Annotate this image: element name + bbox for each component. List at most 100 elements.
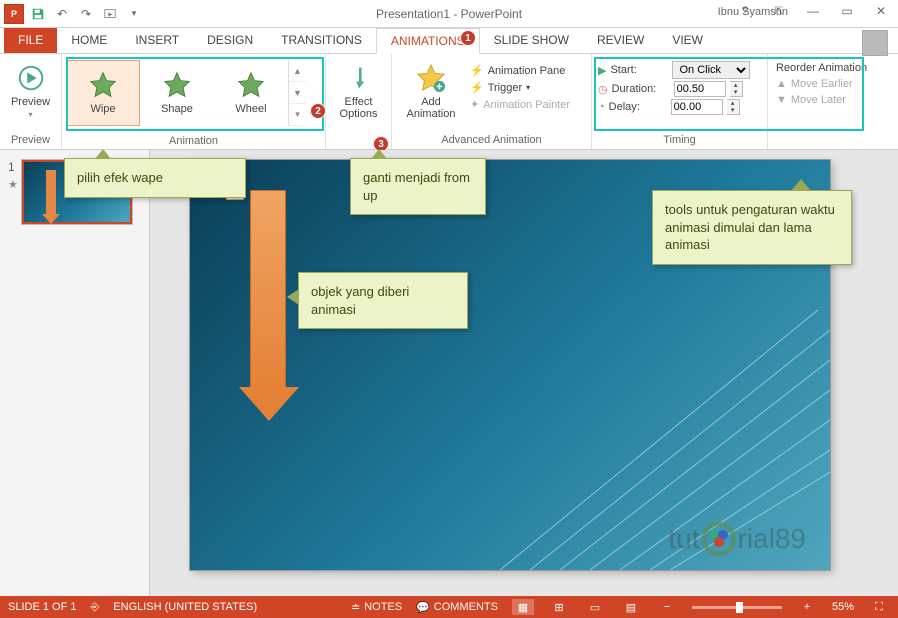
group-timing-label: Timing (592, 131, 767, 149)
animation-wheel[interactable]: Wheel (214, 60, 288, 126)
zoom-slider[interactable] (692, 606, 782, 609)
start-select[interactable]: On Click (672, 61, 750, 79)
move-later-button[interactable]: ▼ Move Later (772, 92, 850, 108)
ribbon: Preview ▾ Preview Wipe Shape Wheel (0, 54, 898, 150)
star-icon (89, 71, 117, 99)
status-bar: SLIDE 1 OF 1 ⎆ ENGLISH (UNITED STATES) ≐… (0, 596, 898, 618)
animation-painter-button[interactable]: ✦ Animation Painter (466, 96, 574, 113)
zoom-level[interactable]: 55% (832, 601, 854, 613)
duration-label: Duration: (612, 83, 670, 95)
group-animation-label: Animation (62, 132, 325, 150)
tab-insert[interactable]: INSERT (121, 27, 193, 53)
duration-spinner[interactable]: ▴▾ (730, 81, 743, 97)
quick-access-toolbar: P ↶ ↷ ▾ (0, 4, 148, 24)
undo-button[interactable]: ↶ (52, 4, 72, 24)
window-controls: ? ⇱ — ▭ ✕ (728, 0, 898, 22)
tab-transitions[interactable]: TRANSITIONS (267, 27, 376, 53)
comments-label: COMMENTS (434, 601, 498, 613)
comments-button[interactable]: 💬 COMMENTS (416, 601, 498, 614)
tab-file[interactable]: FILE (4, 27, 57, 53)
gallery-more-button[interactable]: ▾ (289, 104, 306, 126)
slide-number: 1 (8, 160, 18, 174)
zoom-in-button[interactable]: + (796, 599, 818, 615)
minimize-button[interactable]: — (796, 0, 830, 22)
restore-button[interactable]: ▭ (830, 0, 864, 22)
normal-view-button[interactable]: ▦ (512, 599, 534, 615)
title-bar: P ↶ ↷ ▾ Presentation1 - PowerPoint Ibnu … (0, 0, 898, 28)
clock-icon: ◷ (598, 83, 608, 96)
animation-pane-button[interactable]: ⚡ Animation Pane (466, 62, 574, 79)
user-avatar[interactable] (862, 30, 888, 56)
language-button[interactable]: ENGLISH (UNITED STATES) (113, 601, 257, 613)
play-icon: ▶ (598, 64, 606, 77)
preview-icon (15, 62, 47, 94)
gallery-scroll: ▲ ▼ ▾ (288, 60, 306, 126)
arrow-shape-object[interactable] (250, 190, 286, 390)
delay-spinner[interactable]: ▴▾ (727, 99, 740, 115)
spellcheck-button[interactable]: ⎆ (90, 601, 99, 614)
effect-options-button[interactable]: Effect Options (330, 58, 387, 120)
watermark-logo-icon (702, 522, 736, 556)
animation-indicator-icon: ★ (8, 178, 18, 191)
animation-shape[interactable]: Shape (140, 60, 214, 126)
powerpoint-icon: P (4, 4, 24, 24)
dropdown-icon: ▾ (28, 110, 32, 119)
star-icon (163, 71, 191, 99)
ribbon-tabs: FILE HOME INSERT DESIGN TRANSITIONS ANIM… (0, 28, 898, 54)
lightning-icon: ⚡ (470, 64, 484, 77)
fit-to-window-button[interactable]: ⛶ (868, 599, 890, 615)
callout-2: ganti menjadi from up (350, 158, 486, 215)
preview-label: Preview (11, 96, 50, 108)
up-arrow-icon: ▲ (776, 78, 787, 90)
slideshow-view-button[interactable]: ▤ (620, 599, 642, 615)
start-from-beginning-button[interactable] (100, 4, 120, 24)
help-button[interactable]: ? (728, 0, 762, 22)
add-animation-label: Add Animation (407, 96, 456, 120)
save-button[interactable] (28, 4, 48, 24)
animation-gallery: Wipe Shape Wheel ▲ ▼ ▾ (66, 60, 306, 126)
close-button[interactable]: ✕ (864, 0, 898, 22)
redo-button[interactable]: ↷ (76, 4, 96, 24)
group-timing: ▶ Start: On Click ◷ Duration: ▴▾ ◔ Delay… (592, 54, 768, 149)
callout-text: pilih efek wape (77, 170, 163, 185)
group-reorder: Reorder Animation ▲ Move Earlier ▼ Move … (768, 54, 888, 149)
zoom-out-button[interactable]: − (656, 599, 678, 615)
qat-more-button[interactable]: ▾ (124, 4, 144, 24)
notes-button[interactable]: ≐ NOTES (351, 601, 402, 614)
add-animation-icon (415, 62, 447, 94)
down-arrow-icon: ▼ (776, 94, 787, 106)
animation-painter-label: Animation Painter (483, 99, 570, 111)
duration-input[interactable] (674, 81, 726, 97)
preview-button[interactable]: Preview ▾ (4, 58, 57, 119)
add-animation-button[interactable]: Add Animation (396, 58, 466, 120)
group-preview-label: Preview (0, 131, 61, 149)
move-earlier-label: Move Earlier (791, 78, 853, 90)
group-effect-options: Effect Options (326, 54, 392, 149)
group-animation: Wipe Shape Wheel ▲ ▼ ▾ Animation (62, 54, 326, 149)
reorder-header: Reorder Animation (772, 60, 871, 76)
trigger-button[interactable]: ⚡ Trigger ▾ (466, 79, 574, 96)
badge-2: 2 (310, 103, 326, 119)
callout-text: tools untuk pengaturan waktu animasi dim… (665, 202, 835, 252)
tab-home[interactable]: HOME (57, 27, 121, 53)
slide-counter[interactable]: SLIDE 1 OF 1 (8, 601, 76, 613)
delay-input[interactable] (671, 99, 723, 115)
watermark: tut rial89 (668, 522, 806, 556)
callout-1: pilih efek wape (64, 158, 246, 198)
tab-slideshow[interactable]: SLIDE SHOW (480, 27, 583, 53)
ribbon-options-button[interactable]: ⇱ (762, 0, 796, 22)
reading-view-button[interactable]: ▭ (584, 599, 606, 615)
tab-review[interactable]: REVIEW (583, 27, 658, 53)
watermark-text: tut (668, 523, 699, 555)
sorter-view-button[interactable]: ⊞ (548, 599, 570, 615)
gallery-up-button[interactable]: ▲ (289, 60, 306, 82)
animation-label: Wheel (235, 103, 266, 115)
callout-text: objek yang diberi animasi (311, 284, 409, 317)
tab-design[interactable]: DESIGN (193, 27, 267, 53)
tab-view[interactable]: VIEW (658, 27, 717, 53)
move-earlier-button[interactable]: ▲ Move Earlier (772, 76, 857, 92)
callout-text: ganti menjadi from up (363, 170, 470, 203)
animation-wipe[interactable]: Wipe (66, 60, 140, 126)
thumbnail-pane[interactable]: 1 ★ (0, 150, 150, 596)
gallery-down-button[interactable]: ▼ (289, 82, 306, 104)
